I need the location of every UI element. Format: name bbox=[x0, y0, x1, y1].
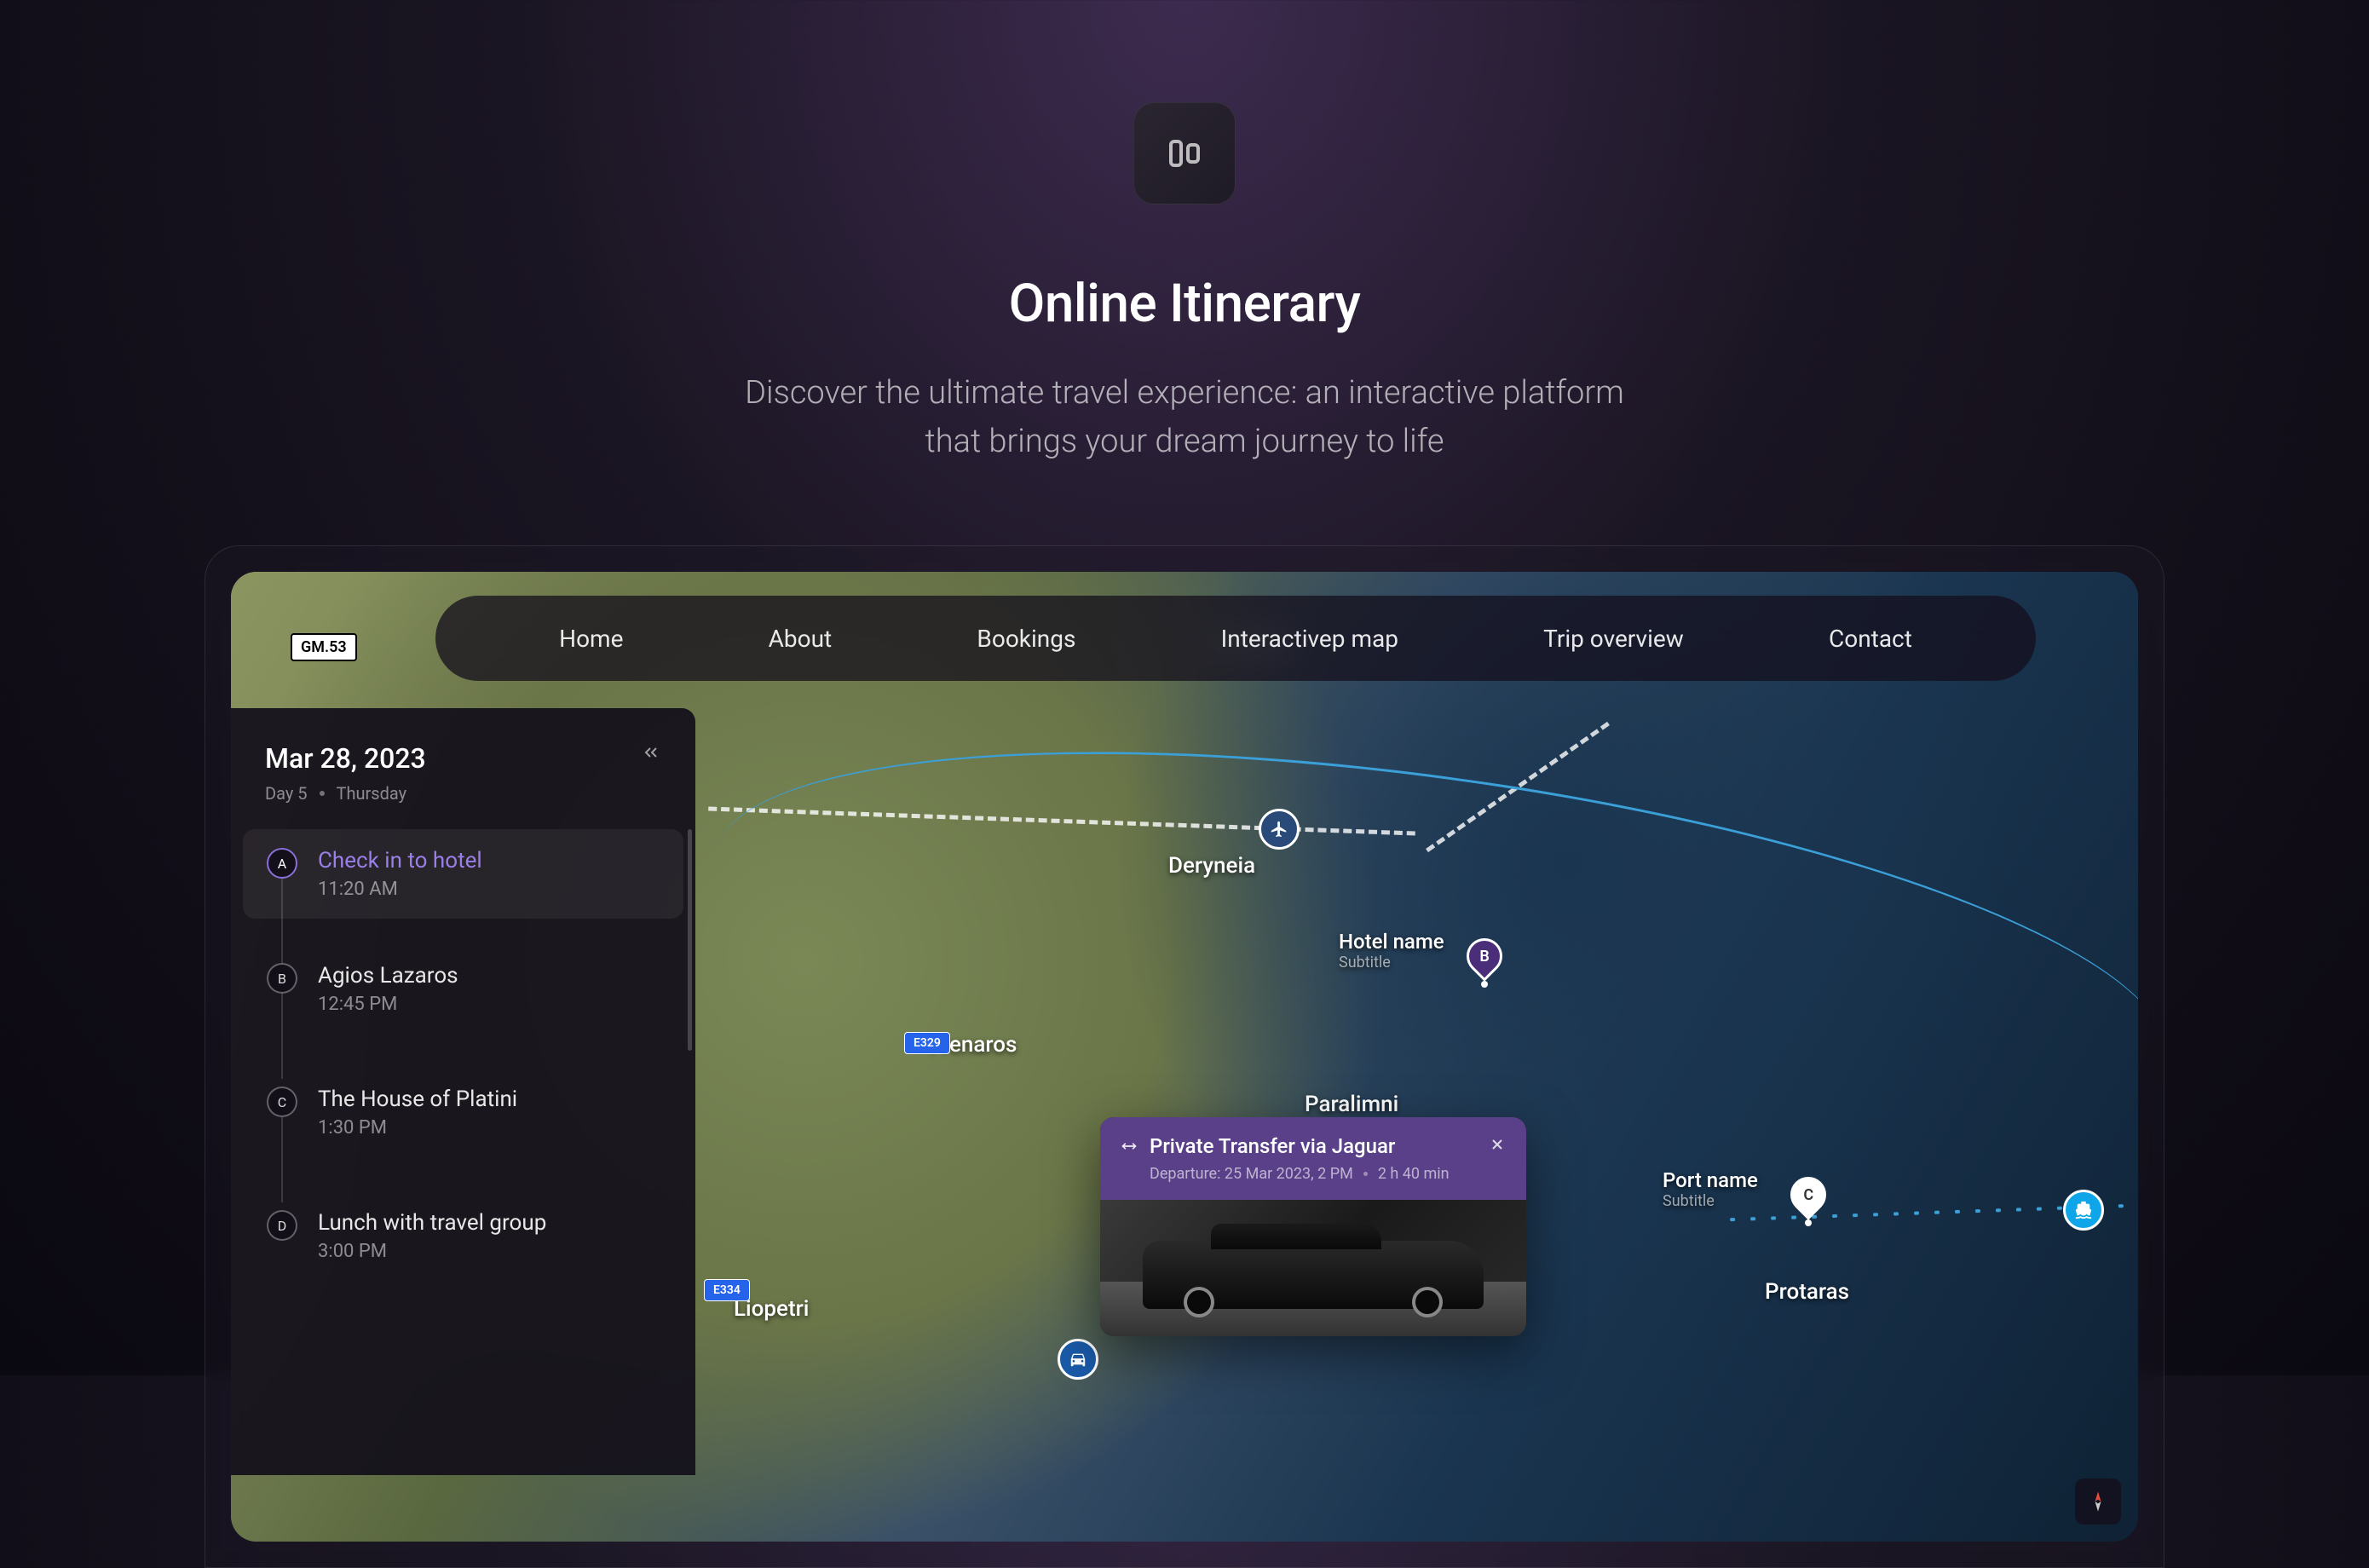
timeline-time: 12:45 PM bbox=[318, 994, 660, 1015]
collapse-icon[interactable] bbox=[641, 742, 661, 766]
hero-icon bbox=[1133, 102, 1236, 205]
timeline-time: 11:20 AM bbox=[318, 879, 660, 900]
timeline-item-b[interactable]: B Agios Lazaros 12:45 PM bbox=[243, 944, 683, 1034]
compass-icon[interactable] bbox=[2075, 1479, 2121, 1525]
close-icon[interactable] bbox=[1489, 1134, 1506, 1158]
plane-icon[interactable] bbox=[1259, 809, 1300, 850]
timeline-time: 3:00 PM bbox=[318, 1241, 660, 1262]
timeline-item-c[interactable]: C The House of Platini 1:30 PM bbox=[243, 1068, 683, 1157]
timeline-badge: D bbox=[267, 1210, 297, 1241]
timeline-title: Agios Lazaros bbox=[318, 963, 660, 989]
popup-meta: Departure: 25 Mar 2023, 2 PM 2 h 40 min bbox=[1150, 1165, 1477, 1183]
timeline-badge: C bbox=[267, 1087, 297, 1117]
popup-title: Private Transfer via Jaguar bbox=[1150, 1134, 1477, 1158]
nav-contact[interactable]: Contact bbox=[1829, 625, 1912, 653]
roadsign-gm53: GM.53 bbox=[291, 633, 357, 661]
top-nav: Home About Bookings Interactivep map Tri… bbox=[435, 596, 2036, 681]
hero-title: Online Itinerary bbox=[1009, 273, 1361, 335]
boat-icon[interactable] bbox=[2063, 1190, 2104, 1231]
timeline: A Check in to hotel 11:20 AM B Agios Laz… bbox=[231, 829, 695, 1281]
car-icon[interactable] bbox=[1058, 1339, 1098, 1380]
scrollbar[interactable] bbox=[688, 829, 692, 1051]
map-pin-c[interactable]: C bbox=[1790, 1177, 1826, 1221]
sidebar-date: Mar 28, 2023 bbox=[265, 742, 426, 775]
nav-bookings[interactable]: Bookings bbox=[977, 625, 1075, 653]
timeline-badge: A bbox=[267, 848, 297, 879]
poi-hotel-label: Hotel name Subtitle bbox=[1339, 930, 1444, 971]
sidebar-day-info: Day 5 Thursday bbox=[265, 783, 426, 804]
poi-port-label: Port name Subtitle bbox=[1663, 1168, 1758, 1210]
timeline-item-d[interactable]: D Lunch with travel group 3:00 PM bbox=[243, 1191, 683, 1281]
nav-overview[interactable]: Trip overview bbox=[1543, 625, 1684, 653]
transfer-popup: Private Transfer via Jaguar Departure: 2… bbox=[1100, 1117, 1526, 1336]
timeline-title: Check in to hotel bbox=[318, 848, 660, 873]
nav-map[interactable]: Interactivep map bbox=[1221, 625, 1398, 653]
timeline-item-a[interactable]: A Check in to hotel 11:20 AM bbox=[243, 829, 683, 919]
nav-home[interactable]: Home bbox=[559, 625, 623, 653]
sidebar: Mar 28, 2023 Day 5 Thursday A bbox=[231, 708, 695, 1475]
map-pin-b[interactable]: B bbox=[1467, 938, 1502, 983]
timeline-badge: B bbox=[267, 963, 297, 994]
hero-subtitle: Discover the ultimate travel experience:… bbox=[716, 369, 1653, 466]
app-window: Varosha Deryneia Frenaros Paralimni Liop… bbox=[231, 572, 2138, 1542]
timeline-title: Lunch with travel group bbox=[318, 1210, 660, 1236]
app-frame: Varosha Deryneia Frenaros Paralimni Liop… bbox=[205, 545, 2164, 1568]
popup-image bbox=[1100, 1200, 1526, 1336]
transfer-icon bbox=[1121, 1138, 1138, 1158]
timeline-time: 1:30 PM bbox=[318, 1117, 660, 1139]
nav-about[interactable]: About bbox=[769, 625, 833, 653]
timeline-title: The House of Platini bbox=[318, 1087, 660, 1112]
roadsign-e334: E334 bbox=[704, 1279, 750, 1301]
